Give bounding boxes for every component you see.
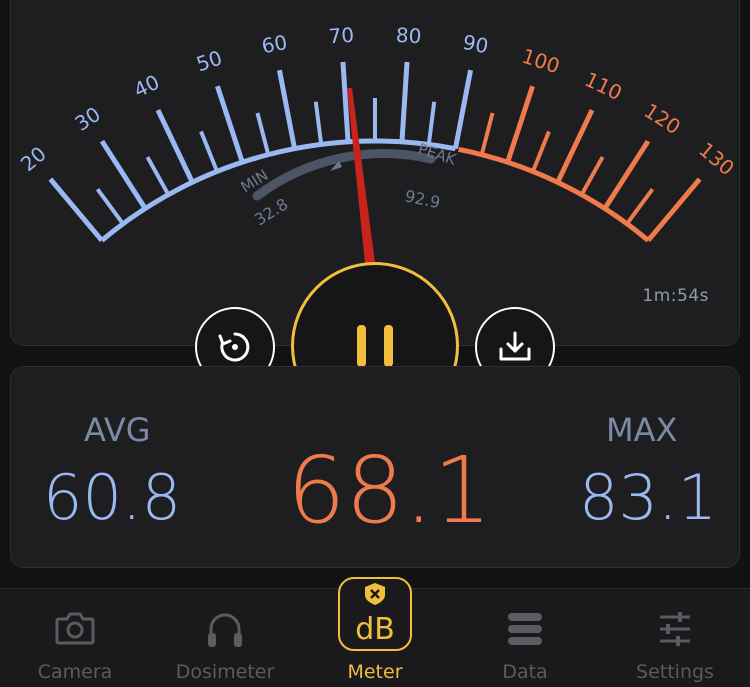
max-label: MAX bbox=[606, 411, 678, 449]
avg-value: 60.8 bbox=[43, 461, 182, 534]
major-tick bbox=[452, 69, 474, 150]
sliders-icon bbox=[660, 612, 690, 646]
tab-data-label: Data bbox=[502, 661, 548, 683]
db-badge-text: dB bbox=[355, 612, 395, 647]
current-level-value: 68.1 bbox=[287, 437, 492, 544]
peak-value: 92.9 bbox=[403, 186, 442, 212]
stats-panel: AVG 60.8 68.1 MAX 83.1 bbox=[10, 366, 740, 568]
elapsed-time: 1m:54s bbox=[642, 286, 709, 306]
avg-label: AVG bbox=[84, 411, 151, 449]
minor-tick bbox=[199, 130, 219, 173]
major-tick bbox=[99, 139, 148, 210]
minor-tick bbox=[313, 101, 324, 145]
tab-camera-label: Camera bbox=[37, 661, 113, 683]
major-tick bbox=[276, 69, 298, 150]
tab-dosimeter[interactable]: Dosimeter bbox=[150, 589, 300, 687]
meter-tab-badge[interactable]: dB bbox=[338, 577, 412, 651]
major-tick bbox=[399, 61, 410, 143]
minor-tick bbox=[479, 112, 495, 156]
headphones-icon bbox=[208, 613, 242, 647]
minor-tick bbox=[426, 101, 437, 145]
tick-label: 80 bbox=[395, 23, 422, 49]
minor-tick bbox=[145, 156, 171, 196]
tick-label: 30 bbox=[70, 102, 104, 136]
gauge-arc-loud bbox=[458, 146, 650, 243]
minor-tick bbox=[95, 187, 125, 225]
camera-icon bbox=[55, 612, 95, 645]
minor-tick bbox=[531, 130, 551, 173]
tab-camera[interactable]: Camera bbox=[0, 589, 150, 687]
major-tick bbox=[602, 139, 651, 210]
tick-label: 40 bbox=[130, 70, 163, 103]
tab-settings[interactable]: Settings bbox=[600, 589, 750, 687]
min-peak-arc bbox=[252, 149, 436, 201]
tick-label: 120 bbox=[640, 98, 685, 139]
major-tick bbox=[48, 177, 104, 243]
tick-label: 20 bbox=[16, 141, 51, 176]
data-stack-icon bbox=[508, 613, 542, 645]
major-tick bbox=[646, 177, 702, 243]
tick-label: 90 bbox=[461, 30, 491, 58]
tab-meter-label: Meter bbox=[347, 661, 403, 683]
major-tick bbox=[505, 85, 535, 163]
major-tick bbox=[555, 108, 595, 184]
tab-data[interactable]: Data bbox=[450, 589, 600, 687]
tick-label: 60 bbox=[260, 30, 290, 58]
download-icon bbox=[499, 331, 531, 361]
tick-label: 70 bbox=[328, 23, 355, 49]
minor-tick bbox=[255, 112, 271, 156]
reset-icon bbox=[218, 332, 250, 362]
tab-dosimeter-label: Dosimeter bbox=[175, 661, 275, 683]
tick-label: 110 bbox=[581, 67, 626, 105]
peak-label: PEAK bbox=[416, 140, 459, 169]
tick-label: 50 bbox=[193, 46, 225, 77]
pause-icon bbox=[357, 325, 393, 367]
tick-label: 130 bbox=[694, 137, 739, 180]
max-value: 83.1 bbox=[579, 461, 718, 534]
minor-tick bbox=[625, 187, 655, 225]
db-shield-icon: dB bbox=[355, 583, 395, 647]
gauge-needle bbox=[347, 88, 375, 263]
minor-tick bbox=[579, 156, 605, 196]
major-tick bbox=[340, 61, 351, 143]
major-tick bbox=[155, 108, 195, 184]
tick-label: 100 bbox=[519, 44, 563, 79]
tab-settings-label: Settings bbox=[636, 661, 714, 683]
major-tick bbox=[215, 85, 245, 163]
